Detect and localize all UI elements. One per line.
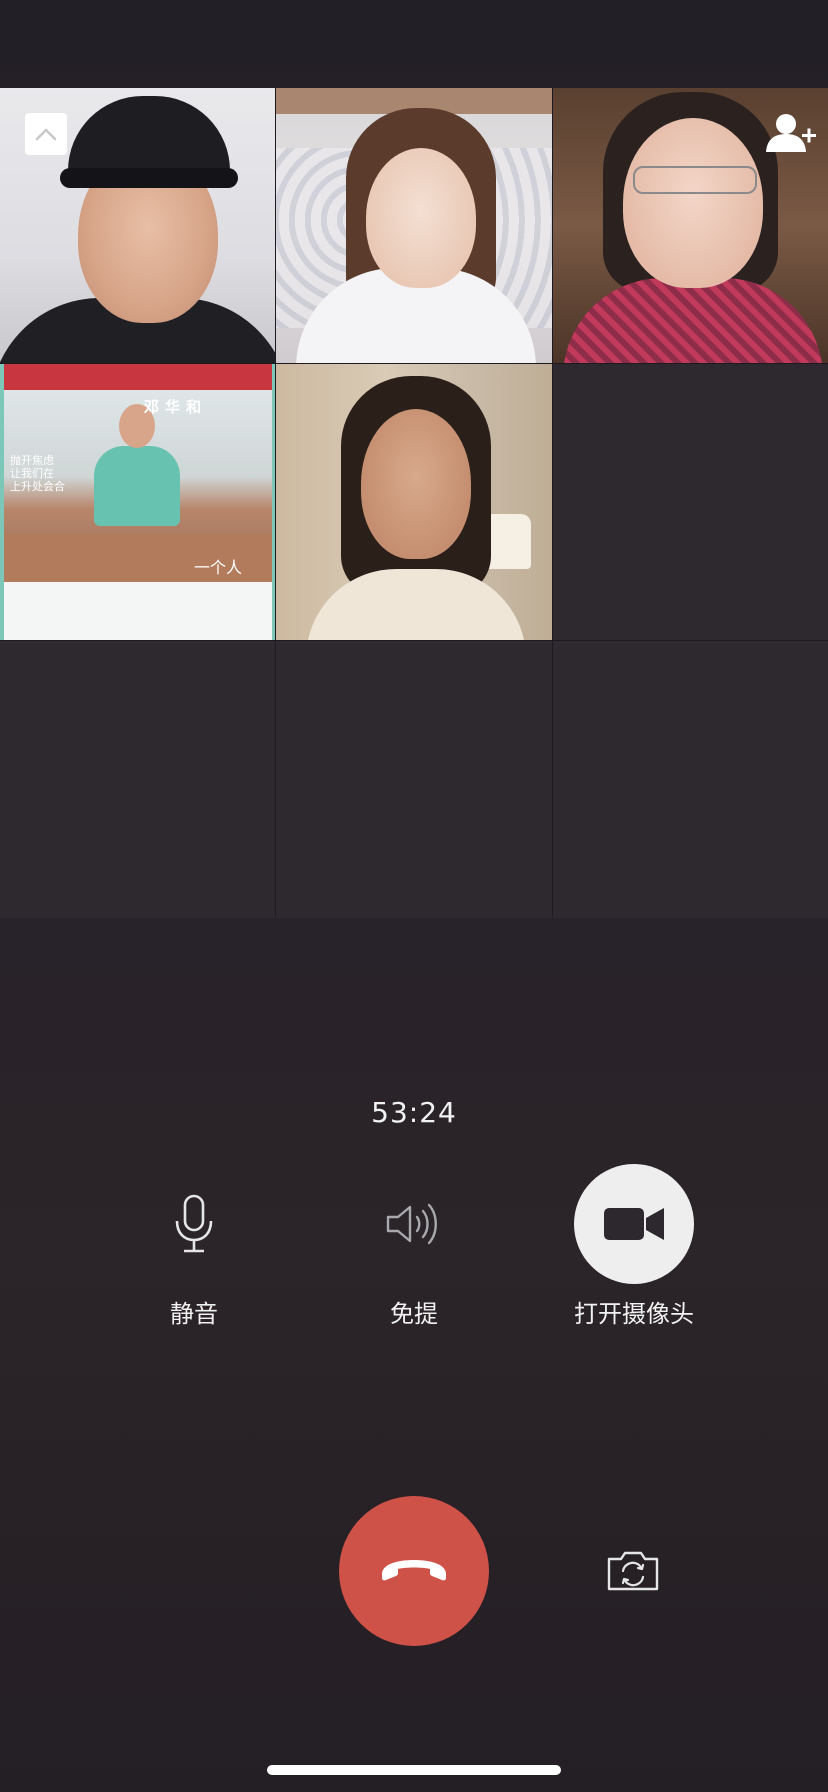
home-indicator[interactable] — [267, 1765, 561, 1775]
camera-control[interactable]: 打开摄像头 — [544, 1164, 724, 1329]
add-member-button[interactable] — [764, 110, 818, 156]
camera-label: 打开摄像头 — [574, 1300, 694, 1328]
group-video-call-screen: 邓华和 抛开焦虑 让我们在 上升处会合 一个人 53:24 静音 免提 打开摄像… — [0, 0, 828, 1792]
phone-hangup-icon — [382, 1560, 446, 1581]
speaker-icon — [386, 1203, 437, 1245]
mute-button[interactable] — [134, 1164, 254, 1284]
participant-face — [361, 409, 471, 559]
empty-slot — [553, 641, 828, 918]
participant-cap-brim — [60, 168, 238, 188]
camera-switch-icon — [607, 1551, 659, 1591]
participant-video-3[interactable] — [553, 88, 828, 363]
participant-grid: 邓华和 抛开焦虑 让我们在 上升处会合 一个人 — [0, 88, 828, 918]
call-timer: 53:24 — [371, 1096, 457, 1129]
video-camera-icon — [604, 1208, 664, 1240]
empty-slot — [553, 364, 828, 640]
hangup-button[interactable] — [339, 1496, 489, 1646]
participant-body — [306, 569, 526, 640]
microphone-icon — [175, 1194, 213, 1253]
participant-face — [623, 118, 763, 288]
participant-face — [366, 148, 476, 288]
collapse-button[interactable] — [25, 113, 67, 155]
switch-camera-button[interactable] — [600, 1546, 666, 1596]
poster-person-body — [94, 446, 180, 526]
participant-glasses — [633, 166, 757, 194]
empty-slot — [0, 641, 275, 918]
participant-video-5[interactable] — [276, 364, 552, 640]
speaker-button[interactable] — [354, 1164, 474, 1284]
poster-tag: 一个人 — [194, 558, 243, 577]
add-person-icon — [766, 114, 816, 152]
participant-body — [563, 278, 823, 363]
participant-video-1[interactable] — [0, 88, 275, 363]
mute-label: 静音 — [170, 1300, 218, 1328]
speaker-control[interactable]: 免提 — [324, 1164, 504, 1329]
speaker-label: 免提 — [390, 1300, 438, 1328]
participant-video-4[interactable]: 邓华和 抛开焦虑 让我们在 上升处会合 一个人 — [0, 364, 275, 640]
chevron-up-icon — [35, 128, 57, 141]
poster-caption: 抛开焦虑 让我们在 上升处会合 — [10, 454, 65, 493]
mute-control[interactable]: 静音 — [104, 1164, 284, 1329]
camera-button[interactable] — [574, 1164, 694, 1284]
poster-name: 邓华和 — [144, 398, 208, 416]
participant-video-2[interactable] — [276, 88, 552, 363]
empty-slot — [276, 641, 552, 918]
poster-banner — [4, 364, 272, 390]
